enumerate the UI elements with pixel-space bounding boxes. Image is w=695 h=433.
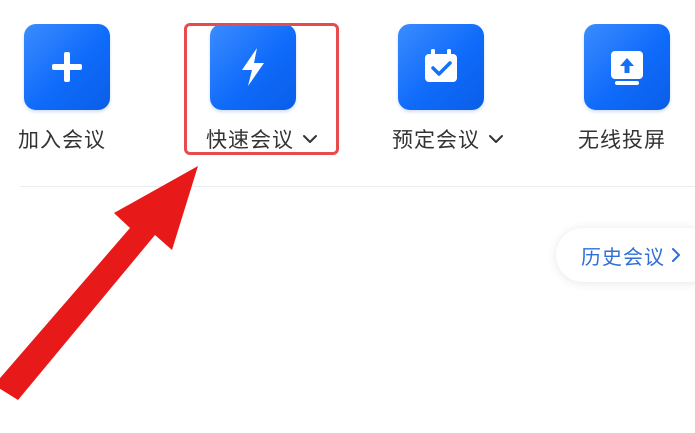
wireless-cast-label: 无线投屏 (578, 128, 666, 152)
screen-cast-icon (611, 51, 643, 85)
meeting-home: { "actions": [ { "label": "加入会议", "icon"… (0, 0, 695, 433)
wireless-cast-action[interactable]: 无线投屏 (562, 20, 695, 160)
divider (20, 186, 695, 187)
plus-icon (52, 52, 82, 82)
join-meeting-action[interactable]: 加入会议 (0, 20, 140, 160)
annotation-highlight-box (184, 23, 339, 155)
schedule-meeting-button[interactable] (398, 24, 484, 110)
join-meeting-button[interactable] (24, 24, 110, 110)
wireless-cast-button[interactable] (584, 24, 670, 110)
history-meetings-button[interactable]: 历史会议 (556, 228, 695, 282)
calendar-check-icon (425, 49, 457, 82)
chevron-right-icon (672, 248, 680, 262)
history-meetings-label: 历史会议 (581, 244, 665, 269)
schedule-meeting-action[interactable]: 预定会议 (374, 20, 514, 160)
chevron-down-icon[interactable] (488, 134, 504, 144)
join-meeting-label: 加入会议 (18, 128, 106, 152)
schedule-meeting-label: 预定会议 (392, 128, 480, 152)
